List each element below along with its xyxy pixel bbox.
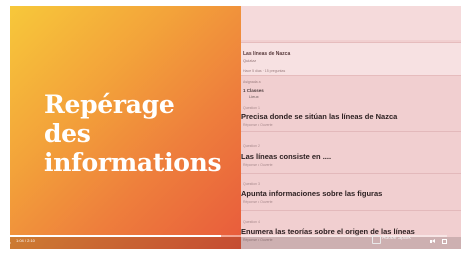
question-text: Las líneas consiste en .... xyxy=(241,152,332,161)
question-number: Question 1 xyxy=(243,106,260,110)
slide-title-line-2: des xyxy=(44,119,91,148)
adobe-spark-label: Adobe Spark xyxy=(382,235,411,241)
document-top-strip xyxy=(241,6,461,40)
document-meta: Hace 5 días · 15 preguntas xyxy=(243,69,286,73)
video-frame: Repérage des informations Las líneas de … xyxy=(0,0,463,257)
question-divider xyxy=(241,210,461,211)
fullscreen-icon[interactable] xyxy=(442,239,447,244)
question-answer-type: Réponse • Ouverte xyxy=(243,200,273,204)
adobe-spark-icon xyxy=(372,235,381,244)
slide-title-line-1: Repérage xyxy=(44,90,175,119)
question-divider xyxy=(241,131,461,132)
title-panel: Repérage des informations xyxy=(10,6,241,249)
document-title: Las líneas de Nazca xyxy=(243,51,291,57)
question-text: Apunta informaciones sobre las figuras xyxy=(241,189,383,198)
class-count: 1 Classes xyxy=(243,88,264,93)
document-panel: Las líneas de Nazca Quizizz Hace 5 días … xyxy=(241,6,461,249)
question-number: Question 3 xyxy=(243,182,260,186)
question-number: Question 4 xyxy=(243,220,260,224)
volume-icon[interactable] xyxy=(430,239,436,244)
question-answer-type: Réponse • Ouverte xyxy=(243,123,273,127)
adobe-spark-watermark[interactable]: Adobe Spark xyxy=(372,235,426,244)
assigned-label: Asignada a xyxy=(243,80,261,84)
question-number: Question 2 xyxy=(243,144,260,148)
time-display: 1:04 / 2:10 xyxy=(16,238,35,243)
question-answer-type: Réponse • Ouverte xyxy=(243,163,273,167)
class-name: Lieux xyxy=(249,94,259,99)
progress-bar-fill xyxy=(4,235,221,237)
question-text: Precisa donde se sitúan las líneas de Na… xyxy=(241,112,398,121)
slide-title: Repérage des informations xyxy=(44,90,234,177)
question-divider xyxy=(241,173,461,174)
document-subtitle: Quizizz xyxy=(243,58,257,63)
slide-title-line-3: informations xyxy=(44,148,222,177)
video-player[interactable]: Repérage des informations Las líneas de … xyxy=(10,6,461,249)
play-icon[interactable] xyxy=(6,240,11,246)
